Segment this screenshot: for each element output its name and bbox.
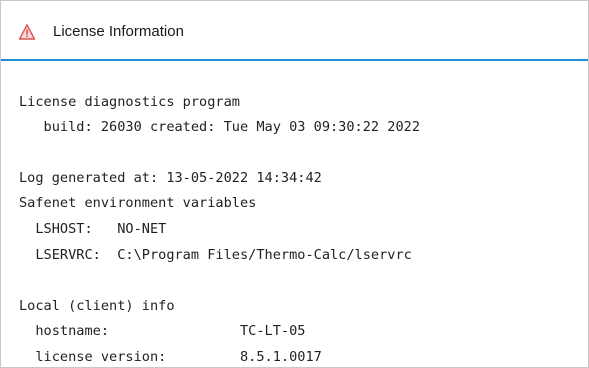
log-line: License diagnostics program (19, 94, 240, 110)
log-line: LSHOST: NO-NET (19, 221, 167, 237)
window-title: License Information (53, 23, 184, 40)
license-information-window: License Information License diagnostics … (0, 0, 589, 368)
log-line: Local (client) info (19, 298, 175, 314)
log-line: build: 26030 created: Tue May 03 09:30:2… (19, 119, 421, 135)
warning-triangle-icon (18, 23, 36, 40)
log-line: LSERVRC: C:\Program Files/Thermo-Calc/ls… (19, 247, 412, 263)
log-line: Safenet environment variables (19, 195, 257, 211)
license-log-output[interactable]: License diagnostics program build: 26030… (1, 61, 588, 367)
log-line: hostname: TC-LT-05 (19, 323, 306, 339)
log-line: license version: 8.5.1.0017 (19, 349, 322, 365)
title-bar[interactable]: License Information (1, 1, 588, 61)
log-line: Log generated at: 13-05-2022 14:34:42 (19, 170, 322, 186)
